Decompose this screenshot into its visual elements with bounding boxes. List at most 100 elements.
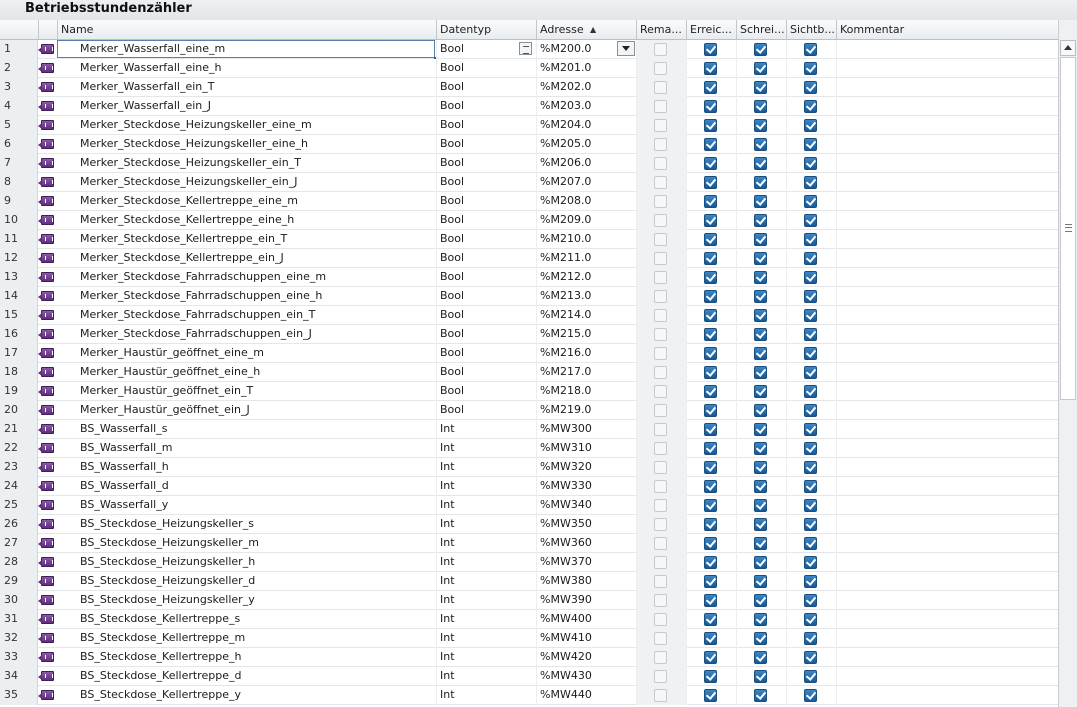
row-number[interactable]: 25	[0, 496, 38, 515]
reachable-from-hmi-checkbox[interactable]	[704, 138, 717, 151]
writable-from-hmi-checkbox[interactable]	[754, 100, 767, 113]
writable-from-hmi-checkbox[interactable]	[754, 651, 767, 664]
reachable-from-hmi-checkbox[interactable]	[704, 404, 717, 417]
datatype-cell[interactable]: Int	[436, 477, 536, 496]
table-row[interactable]: 8 Merker_Steckdose_Heizungskeller_ein_J Bo…	[0, 173, 1058, 192]
visible-in-hmi-checkbox[interactable]	[804, 290, 817, 303]
reachable-from-hmi-checkbox[interactable]	[704, 461, 717, 474]
address-cell[interactable]: %M208.0	[536, 192, 636, 211]
table-row[interactable]: 2 Merker_Wasserfall_eine_h Bool %M201.0	[0, 59, 1058, 78]
writable-from-hmi-checkbox[interactable]	[754, 442, 767, 455]
row-number[interactable]: 26	[0, 515, 38, 534]
visible-in-hmi-checkbox[interactable]	[804, 423, 817, 436]
remanent-checkbox[interactable]	[654, 518, 667, 531]
row-number[interactable]: 5	[0, 116, 38, 135]
visible-in-hmi-checkbox[interactable]	[804, 271, 817, 284]
row-number[interactable]: 15	[0, 306, 38, 325]
remanent-checkbox[interactable]	[654, 176, 667, 189]
datatype-cell[interactable]: Bool	[436, 325, 536, 344]
writable-from-hmi-checkbox[interactable]	[754, 461, 767, 474]
visible-in-hmi-checkbox[interactable]	[804, 461, 817, 474]
tag-name-cell[interactable]: Merker_Haustür_geöffnet_eine_m	[57, 344, 436, 363]
visible-in-hmi-checkbox[interactable]	[804, 632, 817, 645]
writable-from-hmi-checkbox[interactable]	[754, 385, 767, 398]
address-cell[interactable]: %MW400	[536, 610, 636, 629]
tag-name-edit-field[interactable]: Merker_Wasserfall_eine_m	[57, 40, 436, 59]
tag-name-cell[interactable]: BS_Wasserfall_m	[57, 439, 436, 458]
table-row[interactable]: 30 BS_Steckdose_Heizungskeller_y Int %MW390	[0, 591, 1058, 610]
address-cell[interactable]: %MW340	[536, 496, 636, 515]
writable-from-hmi-checkbox[interactable]	[754, 404, 767, 417]
table-row[interactable]: 12 Merker_Steckdose_Kellertreppe_ein_J Boo…	[0, 249, 1058, 268]
comment-cell[interactable]	[836, 40, 1058, 59]
tag-name-cell[interactable]: BS_Wasserfall_h	[57, 458, 436, 477]
writable-from-hmi-checkbox[interactable]	[754, 176, 767, 189]
address-cell[interactable]: %M216.0	[536, 344, 636, 363]
visible-in-hmi-checkbox[interactable]	[804, 689, 817, 702]
reachable-from-hmi-checkbox[interactable]	[704, 385, 717, 398]
header-remanent[interactable]: Rema...	[636, 20, 686, 39]
row-number[interactable]: 13	[0, 268, 38, 287]
remanent-checkbox[interactable]	[654, 689, 667, 702]
comment-cell[interactable]	[836, 572, 1058, 591]
tag-name-cell[interactable]: Merker_Wasserfall_eine_h	[57, 59, 436, 78]
comment-cell[interactable]	[836, 591, 1058, 610]
writable-from-hmi-checkbox[interactable]	[754, 138, 767, 151]
writable-from-hmi-checkbox[interactable]	[754, 81, 767, 94]
reachable-from-hmi-checkbox[interactable]	[704, 252, 717, 265]
tag-name-cell[interactable]: BS_Steckdose_Kellertreppe_h	[57, 648, 436, 667]
tag-name-cell[interactable]: Merker_Steckdose_Kellertreppe_ein_T	[57, 230, 436, 249]
reachable-from-hmi-checkbox[interactable]	[704, 347, 717, 360]
header-row-number[interactable]	[0, 20, 38, 39]
datatype-cell[interactable]: Bool	[436, 287, 536, 306]
remanent-checkbox[interactable]	[654, 632, 667, 645]
row-number[interactable]: 18	[0, 363, 38, 382]
reachable-from-hmi-checkbox[interactable]	[704, 309, 717, 322]
datatype-cell[interactable]: Int	[436, 496, 536, 515]
header-icon-column[interactable]	[38, 20, 57, 39]
table-row[interactable]: 19 Merker_Haustür_geöffnet_ein_T Bool %M218…	[0, 382, 1058, 401]
datatype-cell[interactable]: Bool	[436, 344, 536, 363]
writable-from-hmi-checkbox[interactable]	[754, 62, 767, 75]
row-number[interactable]: 35	[0, 686, 38, 705]
table-row[interactable]: 16 Merker_Steckdose_Fahrradschuppen_ein_J…	[0, 325, 1058, 344]
row-number[interactable]: 34	[0, 667, 38, 686]
comment-cell[interactable]	[836, 211, 1058, 230]
datatype-cell[interactable]: Bool	[436, 401, 536, 420]
comment-cell[interactable]	[836, 401, 1058, 420]
table-row[interactable]: 34 BS_Steckdose_Kellertreppe_d Int %MW430	[0, 667, 1058, 686]
remanent-checkbox[interactable]	[654, 404, 667, 417]
reachable-from-hmi-checkbox[interactable]	[704, 119, 717, 132]
writable-from-hmi-checkbox[interactable]	[754, 689, 767, 702]
comment-cell[interactable]	[836, 192, 1058, 211]
reachable-from-hmi-checkbox[interactable]	[704, 537, 717, 550]
row-number[interactable]: 4	[0, 97, 38, 116]
row-number[interactable]: 3	[0, 78, 38, 97]
datatype-cell[interactable]: Int	[436, 591, 536, 610]
writable-from-hmi-checkbox[interactable]	[754, 309, 767, 322]
reachable-from-hmi-checkbox[interactable]	[704, 499, 717, 512]
reachable-from-hmi-checkbox[interactable]	[704, 651, 717, 664]
tag-name-cell[interactable]: Merker_Steckdose_Heizungskeller_eine_m	[57, 116, 436, 135]
header-reachable[interactable]: Erreic...	[686, 20, 736, 39]
tag-name-cell[interactable]: BS_Steckdose_Kellertreppe_y	[57, 686, 436, 705]
datatype-cell[interactable]: Int	[436, 572, 536, 591]
remanent-checkbox[interactable]	[654, 670, 667, 683]
row-number[interactable]: 30	[0, 591, 38, 610]
comment-cell[interactable]	[836, 439, 1058, 458]
datatype-cell[interactable]: Bool	[436, 154, 536, 173]
comment-cell[interactable]	[836, 249, 1058, 268]
table-row[interactable]: 9 Merker_Steckdose_Kellertreppe_eine_m Boo…	[0, 192, 1058, 211]
writable-from-hmi-checkbox[interactable]	[754, 252, 767, 265]
remanent-checkbox[interactable]	[654, 271, 667, 284]
remanent-checkbox[interactable]	[654, 328, 667, 341]
reachable-from-hmi-checkbox[interactable]	[704, 442, 717, 455]
tag-name-cell[interactable]: Merker_Haustür_geöffnet_ein_J	[57, 401, 436, 420]
table-row[interactable]: 35 BS_Steckdose_Kellertreppe_y Int %MW440	[0, 686, 1058, 705]
row-number[interactable]: 32	[0, 629, 38, 648]
reachable-from-hmi-checkbox[interactable]	[704, 594, 717, 607]
remanent-checkbox[interactable]	[654, 100, 667, 113]
row-number[interactable]: 12	[0, 249, 38, 268]
table-row[interactable]: 11 Merker_Steckdose_Kellertreppe_ein_T Boo…	[0, 230, 1058, 249]
visible-in-hmi-checkbox[interactable]	[804, 233, 817, 246]
